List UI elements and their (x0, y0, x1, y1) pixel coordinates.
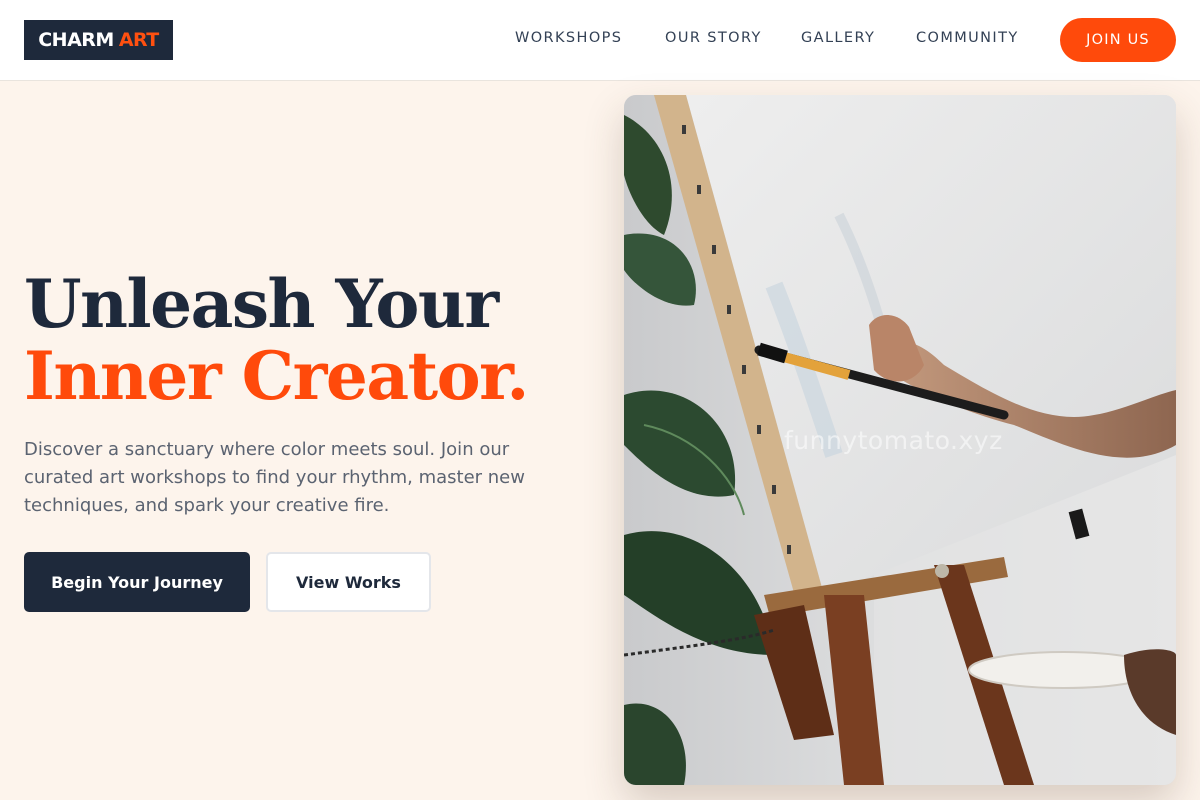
hero-description: Discover a sanctuary where color meets s… (24, 439, 525, 516)
site-header: CHARM ART WORKSHOPS OUR STORY GALLERY COM… (0, 0, 1200, 81)
hero-headline: Unleash Your Inner Creator. (24, 268, 594, 412)
nav-link-our-story[interactable]: OUR STORY (665, 30, 762, 46)
headline-line-1: Unleash Your (24, 265, 499, 343)
nav-link-workshops[interactable]: WORKSHOPS (515, 30, 622, 46)
main-nav: WORKSHOPS OUR STORY GALLERY COMMUNITY (0, 0, 1200, 80)
headline-line-2: Inner Creator. (24, 337, 529, 415)
join-us-button[interactable]: JOIN US (1060, 18, 1176, 62)
hero-image (624, 95, 1176, 785)
view-works-button[interactable]: View Works (266, 552, 431, 612)
nav-link-gallery[interactable]: GALLERY (801, 30, 875, 46)
painting-easel-illustration (624, 95, 1176, 785)
nav-link-community[interactable]: COMMUNITY (916, 30, 1019, 46)
begin-journey-button[interactable]: Begin Your Journey (24, 552, 250, 612)
